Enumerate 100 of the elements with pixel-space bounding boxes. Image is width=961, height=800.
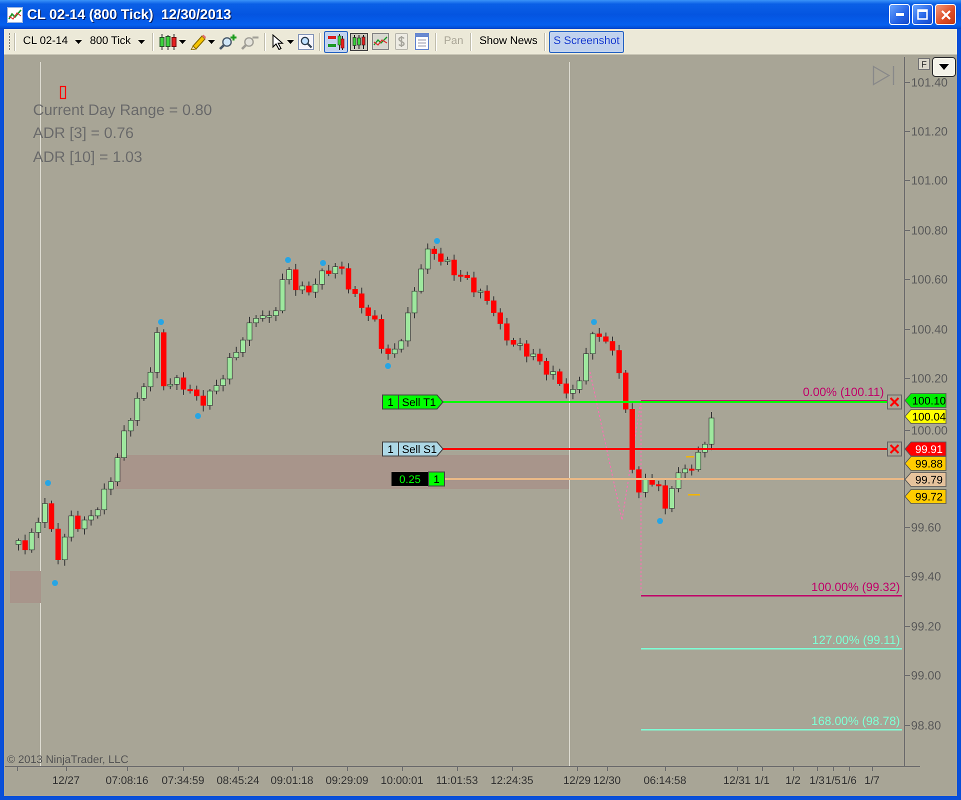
shaded-zone [10,571,41,603]
fib-level-label: 168.00% (98.78) [811,714,900,728]
data-box-icon [414,33,430,50]
swing-dot-icon [657,518,663,524]
zoom-in-icon [218,34,237,50]
time-axis-label: 1/1 [754,775,770,787]
candlestick-chart-button[interactable] [348,30,370,52]
rectangle-marker-icon [60,86,66,100]
order-name-tag[interactable]: Sell T1 [398,394,444,410]
instrument-dropdown[interactable]: CL 02-14 [19,30,86,52]
price-axis-label: 100.40 [911,322,948,336]
time-axis-label: 09:01:18 [270,775,314,787]
zoom-out-icon [240,34,259,50]
pointer-icon [270,34,285,50]
position-value-tag[interactable]: 0.25 [392,472,428,486]
indicator-text: Current Day Range = 0.80 [33,102,212,119]
caret-icon [74,40,82,44]
swing-dot-icon [434,238,440,244]
candlestick-icon [158,34,177,50]
candlestick-chart-icon [350,32,368,50]
time-axis-label: 1/2 [785,775,801,787]
swing-dot-icon [285,257,291,263]
window-title: CL 02-14 (800 Tick) 12/30/2013 [27,5,232,24]
swing-dot-icon [320,260,326,266]
price-axis-label: 100.00 [911,423,948,438]
price-axis-label: 100.60 [911,272,948,286]
order-bars-button[interactable] [324,30,348,52]
close-button[interactable] [935,4,956,25]
time-axis-label: 12:24:35 [490,775,534,787]
time-axis-label: 12/31 [723,775,751,787]
order-quantity-tag[interactable]: 1 [382,394,399,410]
swing-dot-icon [195,413,201,419]
time-axis-label: 12/29 [563,775,591,787]
time-axis-label: 11:01:53 [436,775,478,787]
time-axis-label: 12/27 [52,775,80,787]
time-axis-label: 08:45:24 [216,775,260,787]
time-axis-label: 12/30 [593,775,621,787]
time-axis-label: 1/7 [864,775,880,787]
fib-level-label: 100.00% (99.32) [811,580,900,594]
price-axis-label: 98.80 [911,718,942,732]
time-axis-label: 07:34:59 [162,775,204,787]
price-axis-label: 101.40 [911,75,948,90]
interval-dropdown[interactable]: 800 Tick [86,30,149,52]
time-axis-label: 1/6 [841,775,857,787]
maximize-button[interactable] [912,4,933,25]
indicator-text: ADR [3] = 0.76 [33,125,134,142]
minimize-button[interactable] [889,4,910,25]
time-axis-label: 10:00:01 [380,775,424,787]
swing-dot-icon [45,480,51,486]
indicator-text: ADR [10] = 1.03 [33,149,142,166]
time-axis-label: 1/5 [825,775,841,787]
dropdown-button[interactable] [932,57,956,77]
price-marker: 99.72 [904,489,946,504]
fib-level-label: 127.00% (99.11) [812,633,900,647]
time-axis-label: 06:14:58 [644,775,686,787]
price-marker: 99.79 [904,472,946,487]
order-name-tag[interactable]: Sell S1 [398,442,444,456]
price-dash-icon [688,494,700,496]
price-marker: 100.10 [904,393,946,408]
order-quantity-tag[interactable]: 1 [382,442,399,456]
swing-dot-icon [591,319,597,325]
order-bars-icon [326,32,345,50]
position-quantity-tag[interactable]: 1 [428,472,445,486]
price-axis-label: 99.20 [911,619,942,634]
close-icon [890,397,900,407]
swing-dot-icon [385,363,391,369]
f-button[interactable]: F [918,58,930,70]
swing-dot-icon [52,580,58,586]
price-marker: 99.91 [904,442,946,456]
caret-icon [138,40,145,44]
maximize-icon [917,9,928,20]
chart-icon [7,6,23,22]
price-marker: 99.88 [904,456,946,471]
fib-level-label: 0.00% (100.11) [802,385,884,399]
price-axis-label: 99.40 [911,569,942,584]
show-news-button[interactable]: Show News [475,30,542,52]
time-axis-label: 09:29:09 [326,775,368,787]
time-axis-label: 1/3 [809,775,825,787]
time-axis-label: 07:08:16 [106,775,148,787]
line-chart-icon [372,33,389,50]
price-axis-label: 99.60 [911,520,942,534]
screenshot-button[interactable]: S Screenshot [549,30,624,52]
price-dash-icon [686,456,694,458]
price-axis-label: 100.80 [911,223,948,238]
price-axis-label: 100.20 [911,371,948,386]
price-axis-label: 101.00 [911,173,948,188]
price-axis-label: 101.20 [911,124,948,138]
pencil-icon [190,34,206,50]
minimize-icon [896,13,904,16]
price-axis-label: 99.00 [911,668,942,682]
close-icon [890,444,900,454]
caret-icon [939,64,949,70]
dollar-icon [392,33,410,50]
close-icon [940,10,950,20]
swing-dot-icon [158,319,164,325]
copyright-text: © 2013 NinjaTrader, LLC [7,754,128,766]
grip-icon[interactable] [8,32,11,50]
magnifier-icon [298,34,314,50]
price-marker: 100.04 [904,409,946,424]
line-chart-button[interactable] [370,30,391,52]
